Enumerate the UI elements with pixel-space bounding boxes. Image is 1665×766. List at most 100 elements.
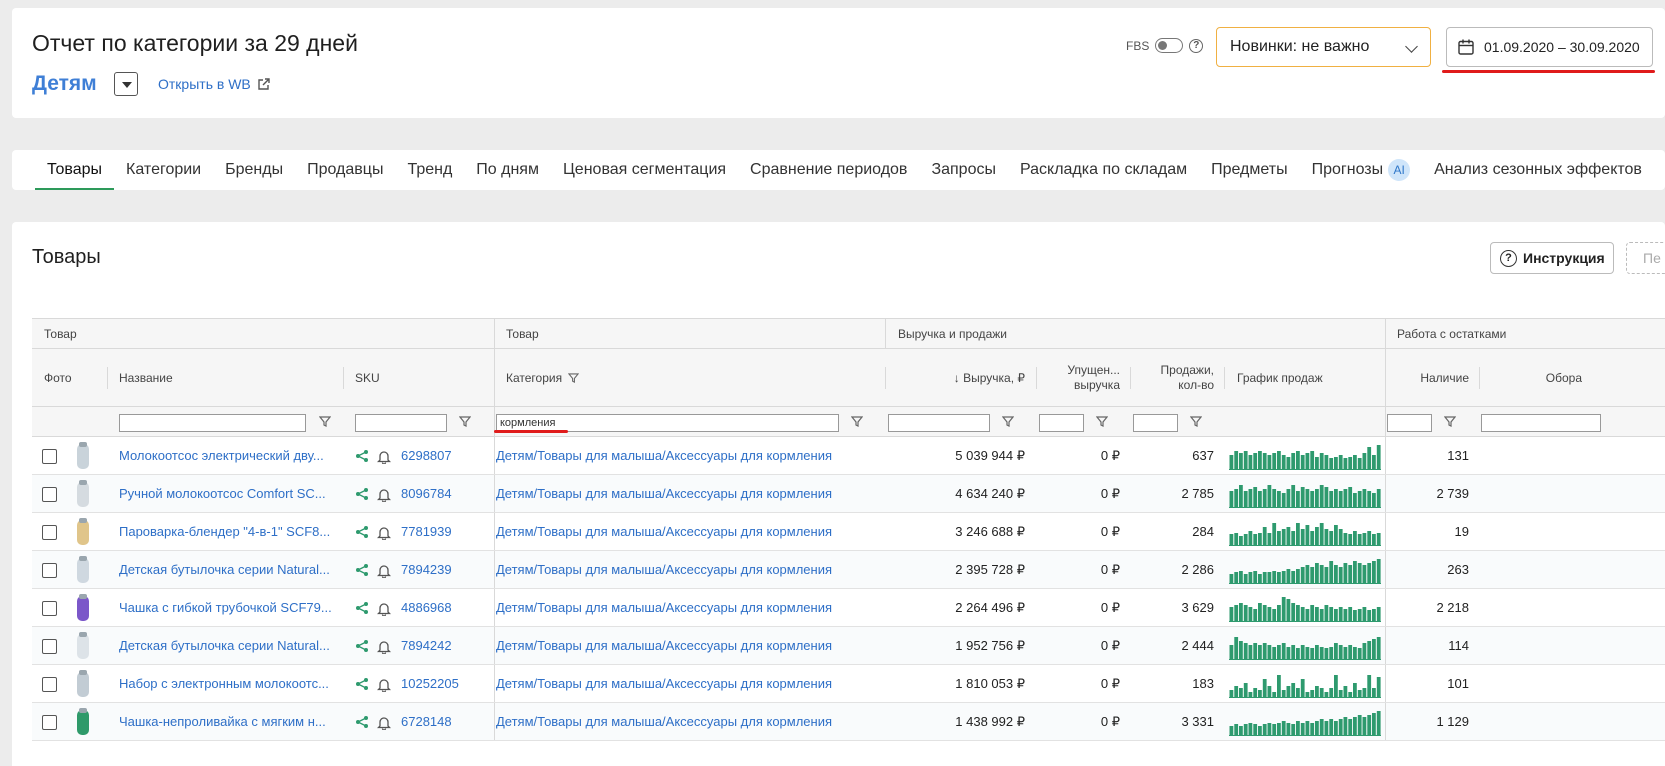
filter-icon[interactable]	[1002, 416, 1014, 427]
table-row[interactable]: Чашка-непроливайка с мягким н... 6728148 Д…	[32, 703, 1665, 741]
filter-icon[interactable]	[1096, 416, 1108, 427]
table-row[interactable]: Набор с электронным молокоотс... 10252205…	[32, 665, 1665, 703]
row-checkbox[interactable]	[42, 487, 57, 502]
sku-link[interactable]: 6728148	[401, 703, 491, 740]
category-link[interactable]: Детям/Товары для малыша/Аксессуары для к…	[496, 475, 881, 512]
filter-icon[interactable]	[1444, 416, 1456, 427]
tab-0[interactable]: Товары	[35, 150, 115, 190]
sku-link[interactable]: 10252205	[401, 665, 491, 702]
tab-9[interactable]: Раскладка по складам	[1008, 150, 1199, 190]
date-range-picker[interactable]: 01.09.2020 – 30.09.2020	[1446, 27, 1653, 67]
product-name-link[interactable]: Набор с электронным молокоотс...	[119, 665, 334, 702]
product-name-link[interactable]: Детская бутылочка серии Natural...	[119, 627, 334, 664]
tab-5[interactable]: По дням	[464, 150, 551, 190]
tab-8[interactable]: Запросы	[919, 150, 1008, 190]
table-row[interactable]: Детская бутылочка серии Natural... 789423…	[32, 551, 1665, 589]
share-icon[interactable]	[355, 601, 369, 615]
table-row[interactable]: Ручной молокоотсос Comfort SC... 8096784 Д…	[32, 475, 1665, 513]
sku-link[interactable]: 7894239	[401, 551, 491, 588]
tab-2[interactable]: Бренды	[213, 150, 295, 190]
lost-filter-input[interactable]	[1039, 414, 1084, 432]
bell-icon[interactable]	[377, 639, 391, 654]
product-name-link[interactable]: Молокоотсос электрический дву...	[119, 437, 334, 474]
bell-icon[interactable]	[377, 449, 391, 464]
bell-icon[interactable]	[377, 563, 391, 578]
col-revenue[interactable]: ↓ Выручка, ₽	[898, 349, 1025, 406]
tab-3[interactable]: Продавцы	[295, 150, 395, 190]
category-link[interactable]: Детям/Товары для малыша/Аксессуары для к…	[496, 627, 881, 664]
row-checkbox[interactable]	[42, 715, 57, 730]
sku-link[interactable]: 6298807	[401, 437, 491, 474]
category-link[interactable]: Детям/Товары для малыша/Аксессуары для к…	[496, 589, 881, 626]
stock-filter-input[interactable]	[1387, 414, 1432, 432]
filter-icon[interactable]	[851, 416, 863, 427]
novinki-select[interactable]: Новинки: не важно	[1216, 27, 1431, 67]
col-stock[interactable]: Наличие	[1397, 349, 1469, 406]
turnover-filter-input[interactable]	[1481, 414, 1601, 432]
filter-icon[interactable]	[1190, 416, 1202, 427]
tab-10[interactable]: Предметы	[1199, 150, 1299, 190]
share-icon[interactable]	[355, 639, 369, 653]
name-filter-input[interactable]	[119, 414, 306, 432]
category-link[interactable]: Детям/Товары для малыша/Аксессуары для к…	[496, 513, 881, 550]
category-name[interactable]: Детям	[32, 72, 97, 96]
share-icon[interactable]	[355, 715, 369, 729]
tab-7[interactable]: Сравнение периодов	[738, 150, 919, 190]
table-row[interactable]: Чашка с гибкой трубочкой SCF79... 4886968…	[32, 589, 1665, 627]
col-lost-revenue[interactable]: Упущен... выручка	[1036, 349, 1120, 406]
bell-icon[interactable]	[377, 487, 391, 502]
col-category[interactable]: Категория	[506, 349, 706, 406]
product-name-link[interactable]: Детская бутылочка серии Natural...	[119, 551, 334, 588]
bell-icon[interactable]	[377, 677, 391, 692]
fbs-toggle[interactable]	[1155, 38, 1184, 53]
bell-icon[interactable]	[377, 601, 391, 616]
product-name-link[interactable]: Пароварка-блендер "4-в-1" SCF8...	[119, 513, 334, 550]
tab-12[interactable]: Анализ сезонных эффектов	[1422, 150, 1654, 190]
row-checkbox[interactable]	[42, 525, 57, 540]
filter-icon[interactable]	[568, 372, 580, 383]
share-icon[interactable]	[355, 563, 369, 577]
row-checkbox[interactable]	[42, 677, 57, 692]
share-icon[interactable]	[355, 677, 369, 691]
category-link[interactable]: Детям/Товары для малыша/Аксессуары для к…	[496, 551, 881, 588]
sku-link[interactable]: 4886968	[401, 589, 491, 626]
share-icon[interactable]	[355, 449, 369, 463]
open-in-wb-link[interactable]: Открыть в WB	[158, 76, 271, 92]
row-checkbox[interactable]	[42, 449, 57, 464]
tab-6[interactable]: Ценовая сегментация	[551, 150, 738, 190]
filter-icon[interactable]	[319, 416, 331, 427]
instruction-button[interactable]: ? Инструкция	[1490, 242, 1614, 274]
row-checkbox[interactable]	[42, 601, 57, 616]
category-link[interactable]: Детям/Товары для малыша/Аксессуары для к…	[496, 437, 881, 474]
col-name[interactable]: Название	[119, 349, 319, 406]
filter-icon[interactable]	[459, 416, 471, 427]
tab-11[interactable]: Прогнозы AI	[1300, 150, 1423, 190]
table-row[interactable]: Молокоотсос электрический дву... 6298807 Д…	[32, 437, 1665, 475]
table-row[interactable]: Детская бутылочка серии Natural... 789424…	[32, 627, 1665, 665]
category-link[interactable]: Детям/Товары для малыша/Аксессуары для к…	[496, 665, 881, 702]
sku-filter-input[interactable]	[355, 414, 447, 432]
tab-1[interactable]: Категории	[114, 150, 213, 190]
col-turnover[interactable]: Обора	[1492, 349, 1582, 406]
product-name-link[interactable]: Чашка с гибкой трубочкой SCF79...	[119, 589, 334, 626]
col-sku[interactable]: SKU	[355, 349, 455, 406]
category-link[interactable]: Детям/Товары для малыша/Аксессуары для к…	[496, 703, 881, 740]
sku-link[interactable]: 7781939	[401, 513, 491, 550]
bell-icon[interactable]	[377, 715, 391, 730]
table-row[interactable]: Пароварка-блендер "4-в-1" SCF8... 7781939…	[32, 513, 1665, 551]
col-sales-qty[interactable]: Продажи, кол-во	[1130, 349, 1214, 406]
product-name-link[interactable]: Чашка-непроливайка с мягким н...	[119, 703, 334, 740]
share-icon[interactable]	[355, 525, 369, 539]
tab-4[interactable]: Тренд	[395, 150, 464, 190]
sku-link[interactable]: 7894242	[401, 627, 491, 664]
help-icon[interactable]: ?	[1189, 38, 1204, 53]
bell-icon[interactable]	[377, 525, 391, 540]
product-name-link[interactable]: Ручной молокоотсос Comfort SC...	[119, 475, 334, 512]
truncated-button[interactable]: Пе	[1626, 242, 1665, 274]
revenue-filter-input[interactable]	[888, 414, 990, 432]
share-icon[interactable]	[355, 487, 369, 501]
category-dropdown-button[interactable]	[114, 72, 138, 96]
sku-link[interactable]: 8096784	[401, 475, 491, 512]
row-checkbox[interactable]	[42, 639, 57, 654]
sales-filter-input[interactable]	[1133, 414, 1178, 432]
